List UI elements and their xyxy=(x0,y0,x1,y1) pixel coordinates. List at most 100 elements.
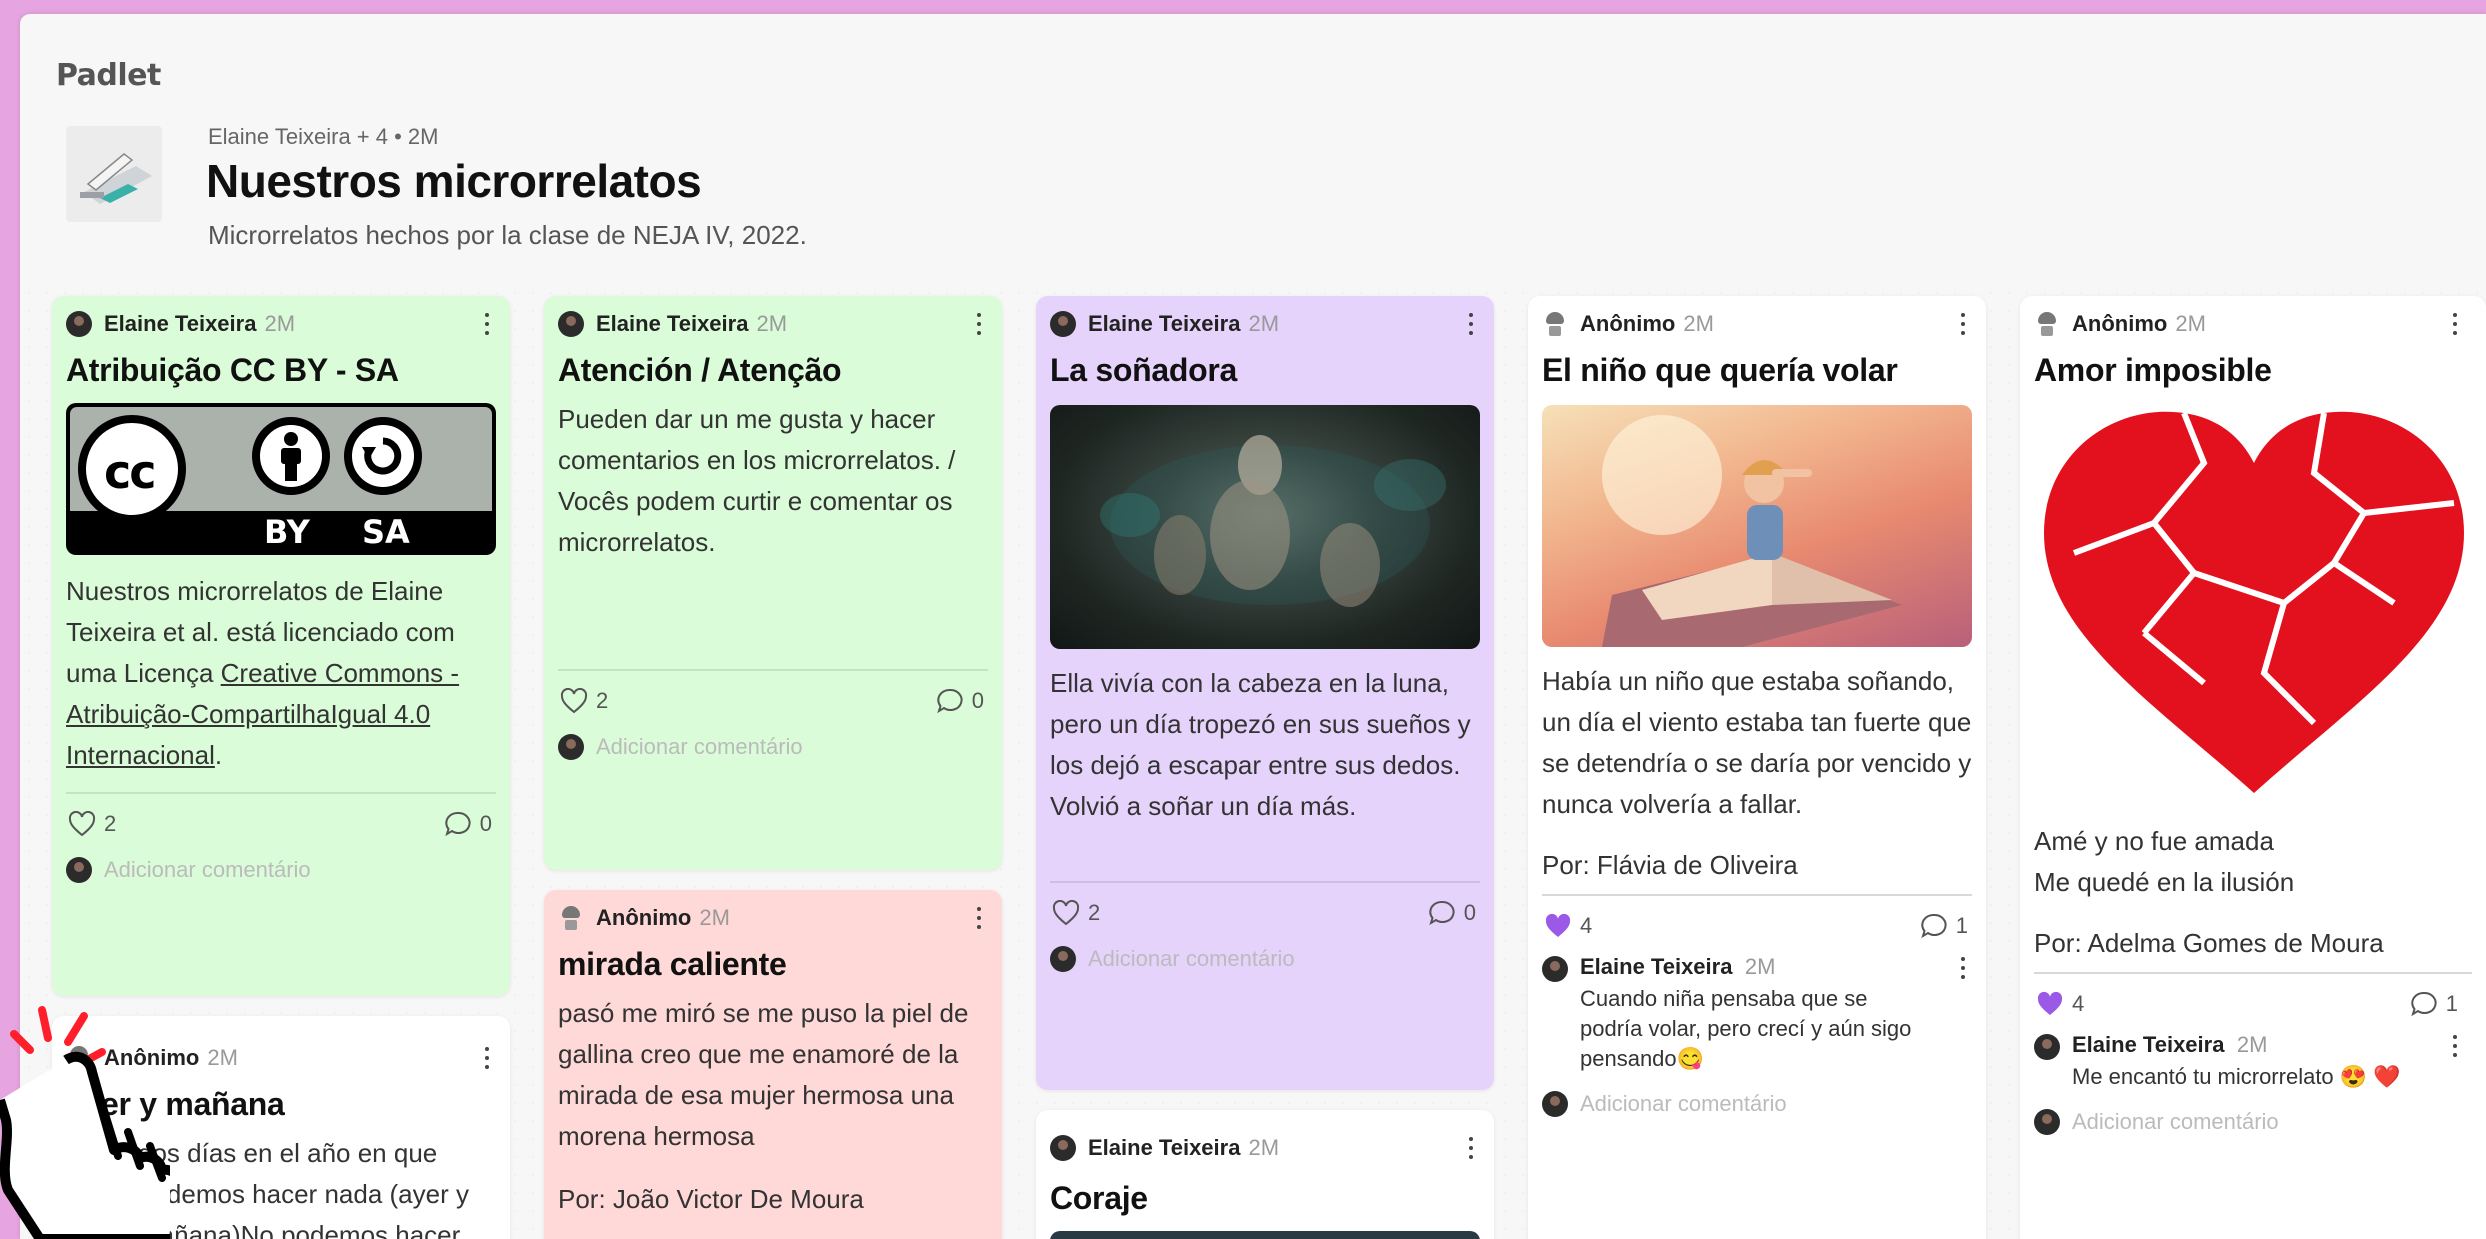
author-name: Anônimo xyxy=(2072,311,2168,336)
padlet-board: Padlet Elaine Teixeira + 4 • 2M Nuestros… xyxy=(20,14,2486,1239)
post-time: 2M xyxy=(756,311,788,336)
author-name: Elaine Teixeira xyxy=(1088,1135,1241,1160)
add-comment-field[interactable]: Adicionar comentário xyxy=(558,727,988,767)
comment-count: 0 xyxy=(1463,900,1476,925)
comment-text: Me encantó tu microrrelato 😍 ❤️ xyxy=(2072,1064,2401,1089)
like-button[interactable]: 2 xyxy=(560,688,608,714)
post-title: Atribuição CC BY - SA xyxy=(66,352,399,388)
post-time: 2M xyxy=(1683,311,1714,336)
comment-author: Elaine Teixeira xyxy=(1580,954,1733,979)
comment: Elaine Teixeira 2M Cuando niña pensaba q… xyxy=(1542,954,1972,1074)
post-body: pasó me miró se me puso la piel de galli… xyxy=(558,998,969,1151)
add-comment-field[interactable]: Adicionar comentário xyxy=(1050,939,1480,979)
post-title: Coraje xyxy=(1050,1180,1148,1216)
like-button[interactable]: 2 xyxy=(68,811,116,837)
post-image[interactable] xyxy=(1542,405,1972,647)
author-name: Anônimo xyxy=(596,905,692,930)
cc-sa-label: SA xyxy=(362,513,410,551)
avatar xyxy=(66,857,92,883)
anonymous-avatar-icon xyxy=(558,905,584,931)
comment-time: 2M xyxy=(2236,1032,2268,1057)
comment-count: 0 xyxy=(971,688,984,713)
post-title: mirada caliente xyxy=(558,946,787,982)
post-card[interactable]: Anônimo 2M Amor imposible Amé y no fue a… xyxy=(2020,296,2486,1239)
heart-icon xyxy=(560,688,588,714)
post-image[interactable] xyxy=(1050,405,1480,649)
comment: Elaine Teixeira 2M Me encantó tu microrr… xyxy=(2034,1032,2472,1092)
add-comment-placeholder: Adicionar comentário xyxy=(1088,946,1295,971)
post-author: Anônimo 2M xyxy=(2034,310,2472,338)
comment-bubble-icon xyxy=(937,688,963,714)
more-options-icon[interactable] xyxy=(974,310,984,338)
post-title: La soñadora xyxy=(1050,352,1237,388)
add-comment-field[interactable]: Adicionar comentário xyxy=(66,850,496,890)
post-body: Nuestros microrrelatos de Elaine Teixeir… xyxy=(66,571,496,776)
post-body: Ella vivía con la cabeza en la luna, per… xyxy=(1050,668,1471,821)
post-author: Anônimo 2M xyxy=(558,904,988,932)
avatar xyxy=(1050,946,1076,972)
anonymous-avatar-icon xyxy=(2034,311,2060,337)
post-card[interactable]: Elaine Teixeira 2M Atribuição CC BY - SA… xyxy=(52,296,510,996)
more-options-icon[interactable] xyxy=(2450,1032,2460,1060)
more-options-icon[interactable] xyxy=(2450,310,2460,338)
post-body: Había un niño que estaba soñando, un día… xyxy=(1542,666,1972,819)
avatar xyxy=(66,311,92,337)
comment-count: 0 xyxy=(479,811,492,836)
post-card[interactable]: Anônimo 2M El niño que quería volar Habí… xyxy=(1528,296,1986,1239)
author-name: Elaine Teixeira xyxy=(596,311,749,336)
post-byline: Por: Adelma Gomes de Moura xyxy=(2034,928,2384,958)
padlet-logo[interactable]: Padlet xyxy=(56,58,161,93)
post-body: Amé y no fue amada Me quedé en la ilusió… xyxy=(2034,821,2472,903)
post-body-line: Pueden dar un me gusta y hacer comentari… xyxy=(558,404,956,475)
avatar xyxy=(1542,1091,1568,1117)
like-count: 2 xyxy=(1088,900,1101,925)
board-thumbnail xyxy=(66,126,162,222)
like-button[interactable]: 4 xyxy=(1544,913,1592,939)
comment-time: 2M xyxy=(1744,954,1776,979)
add-comment-field[interactable]: Adicionar comentário xyxy=(2034,1102,2472,1142)
comment-button[interactable]: 0 xyxy=(936,687,984,715)
post-title: Amor imposible xyxy=(2034,352,2272,388)
post-body: Pueden dar un me gusta y hacer comentari… xyxy=(558,399,988,563)
add-comment-field[interactable]: Adicionar comentário xyxy=(1542,1084,1972,1124)
cc-by-label: BY xyxy=(264,513,310,551)
author-name: Anônimo xyxy=(1580,311,1676,336)
comment-button[interactable]: 1 xyxy=(1920,912,1968,940)
post-time: 2M xyxy=(2175,311,2206,336)
more-options-icon[interactable] xyxy=(1466,310,1476,338)
comment-button[interactable]: 0 xyxy=(1428,899,1476,927)
more-options-icon[interactable] xyxy=(974,904,984,932)
avatar xyxy=(558,311,584,337)
author-name: Elaine Teixeira xyxy=(1088,311,1241,336)
post-author: Elaine Teixeira 2M xyxy=(1050,1134,1480,1162)
broken-heart-image[interactable] xyxy=(2034,403,2472,803)
avatar xyxy=(2034,1034,2060,1060)
post-image[interactable] xyxy=(1050,1231,1480,1239)
post-card[interactable]: Elaine Teixeira 2M Atención / Atenção Pu… xyxy=(544,296,1002,870)
board-description: Microrrelatos hechos por la clase de NEJ… xyxy=(208,220,807,250)
avatar xyxy=(1050,1135,1076,1161)
more-options-icon[interactable] xyxy=(1958,954,1968,982)
add-comment-placeholder: Adicionar comentário xyxy=(2072,1109,2279,1134)
post-card[interactable]: Elaine Teixeira 2M La soñadora Ella viví… xyxy=(1036,296,1494,1090)
more-options-icon[interactable] xyxy=(482,1044,492,1072)
add-comment-placeholder: Adicionar comentário xyxy=(1580,1091,1787,1116)
like-button[interactable]: 4 xyxy=(2036,991,2084,1017)
comment-button[interactable]: 0 xyxy=(444,810,492,838)
more-options-icon[interactable] xyxy=(1466,1134,1476,1162)
post-card[interactable]: Anônimo 2M mirada caliente pasó me miró … xyxy=(544,890,1002,1239)
author-name: Elaine Teixeira xyxy=(104,311,257,336)
post-card[interactable]: Elaine Teixeira 2M Coraje xyxy=(1036,1110,1494,1239)
more-options-icon[interactable] xyxy=(482,310,492,338)
post-time: 2M xyxy=(1248,1135,1280,1160)
post-time: 2M xyxy=(1248,311,1280,336)
more-options-icon[interactable] xyxy=(1958,310,1968,338)
like-button[interactable]: 2 xyxy=(1052,900,1100,926)
reaction-bar: 2 0 xyxy=(558,669,988,715)
post-byline: Por: João Victor De Moura xyxy=(558,1184,864,1214)
post-time: 2M xyxy=(207,1045,238,1070)
comment-button[interactable]: 1 xyxy=(2410,990,2458,1018)
heart-icon xyxy=(68,811,96,837)
board-title: Nuestros microrrelatos xyxy=(206,155,702,207)
post-author: Elaine Teixeira 2M xyxy=(1050,310,1480,338)
